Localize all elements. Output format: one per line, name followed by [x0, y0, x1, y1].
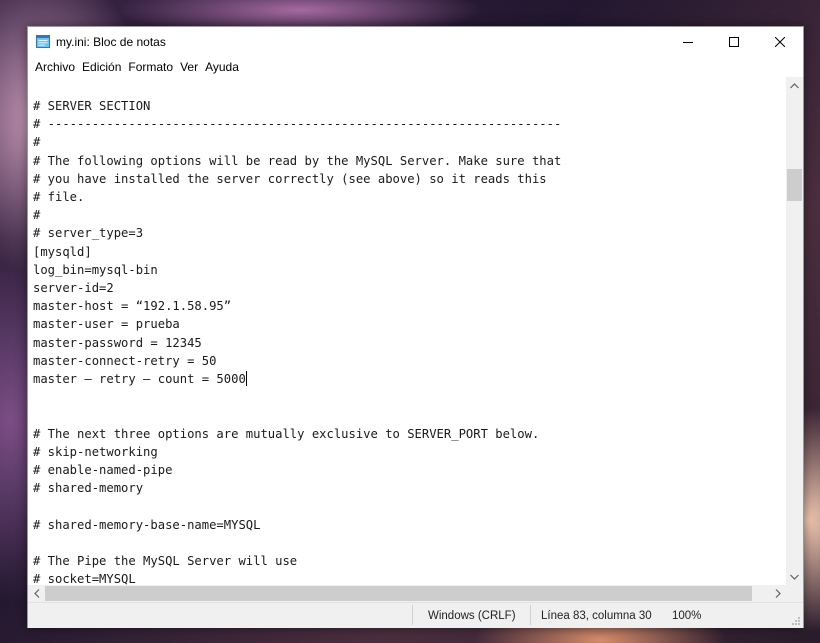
minimize-icon — [683, 42, 693, 43]
notepad-window: my.ini: Bloc de notas Archivo Edición Fo… — [27, 26, 804, 628]
scroll-right-button[interactable] — [769, 585, 786, 602]
vertical-scrollbar[interactable] — [786, 77, 803, 585]
status-separator — [530, 605, 531, 625]
menu-edicion[interactable]: Edición — [78, 57, 124, 77]
editor-line: # shared-memory — [33, 481, 144, 496]
text-editor[interactable]: # SERVER SECTION # ---------------------… — [28, 77, 786, 585]
chevron-up-icon — [790, 82, 799, 88]
menu-archivo[interactable]: Archivo — [28, 57, 78, 77]
editor-line: # shared-memory-base-name=MYSQL — [33, 517, 261, 532]
editor-line: # The Pipe the MySQL Server will use — [33, 554, 298, 569]
editor-content[interactable]: # SERVER SECTION # ---------------------… — [33, 97, 561, 585]
menu-ver[interactable]: Ver — [176, 57, 201, 77]
editor-line: [mysqld] — [33, 244, 92, 259]
editor-line: # — [33, 208, 41, 223]
editor-line: server-id=2 — [33, 281, 114, 296]
editor-line: # The next three options are mutually ex… — [33, 426, 540, 441]
window-title: my.ini: Bloc de notas — [56, 35, 166, 49]
scrollbar-corner — [786, 585, 803, 602]
editor-line: master-user = prueba — [33, 317, 180, 332]
horizontal-scrollbar[interactable] — [28, 585, 786, 602]
chevron-right-icon — [775, 589, 781, 598]
editor-line: master-connect-retry = 50 — [33, 353, 217, 368]
editor-line: # file. — [33, 190, 85, 205]
menu-ayuda[interactable]: Ayuda — [201, 57, 242, 77]
status-bar: Windows (CRLF) Línea 83, columna 30 100% — [28, 602, 803, 628]
chevron-left-icon — [33, 589, 39, 598]
editor-line: master – retry – count = 5000 — [33, 372, 246, 387]
scroll-up-button[interactable] — [786, 77, 803, 94]
status-line-ending: Windows (CRLF) — [428, 610, 516, 622]
close-button[interactable] — [757, 27, 803, 57]
editor-line: master-password = 12345 — [33, 335, 202, 350]
editor-line: # enable-named-pipe — [33, 463, 173, 478]
title-bar[interactable]: my.ini: Bloc de notas — [28, 27, 803, 57]
horizontal-scroll-thumb[interactable] — [45, 586, 752, 601]
editor-line: # — [33, 135, 41, 150]
scroll-left-button[interactable] — [28, 585, 45, 602]
text-caret — [245, 371, 247, 387]
minimize-button[interactable] — [665, 27, 711, 57]
status-zoom: 100% — [672, 610, 702, 622]
editor-line: # SERVER SECTION — [33, 99, 151, 113]
resize-grip-icon[interactable] — [791, 616, 801, 626]
editor-line: # socket=MYSQL — [33, 572, 136, 585]
chevron-down-icon — [790, 574, 799, 580]
editor-line: # The following options will be read by … — [33, 153, 562, 168]
status-cursor-position: Línea 83, columna 30 — [541, 610, 652, 622]
status-separator — [412, 605, 413, 625]
editor-line: # skip-networking — [33, 444, 158, 459]
menu-bar: Archivo Edición Formato Ver Ayuda — [28, 57, 803, 77]
vertical-scroll-thumb[interactable] — [787, 169, 802, 201]
editor-line: master-host = “192.1.58.95” — [33, 299, 232, 314]
menu-formato[interactable]: Formato — [124, 57, 176, 77]
editor-line: # --------------------------------------… — [33, 117, 562, 132]
editor-line: # server_type=3 — [33, 226, 144, 241]
editor-line: # you have installed the server correctl… — [33, 171, 547, 186]
maximize-button[interactable] — [711, 27, 757, 57]
scroll-down-button[interactable] — [786, 568, 803, 585]
maximize-icon — [729, 37, 739, 47]
editor-line: log_bin=mysql-bin — [33, 262, 158, 277]
notepad-icon — [36, 35, 50, 48]
close-icon — [775, 37, 785, 47]
